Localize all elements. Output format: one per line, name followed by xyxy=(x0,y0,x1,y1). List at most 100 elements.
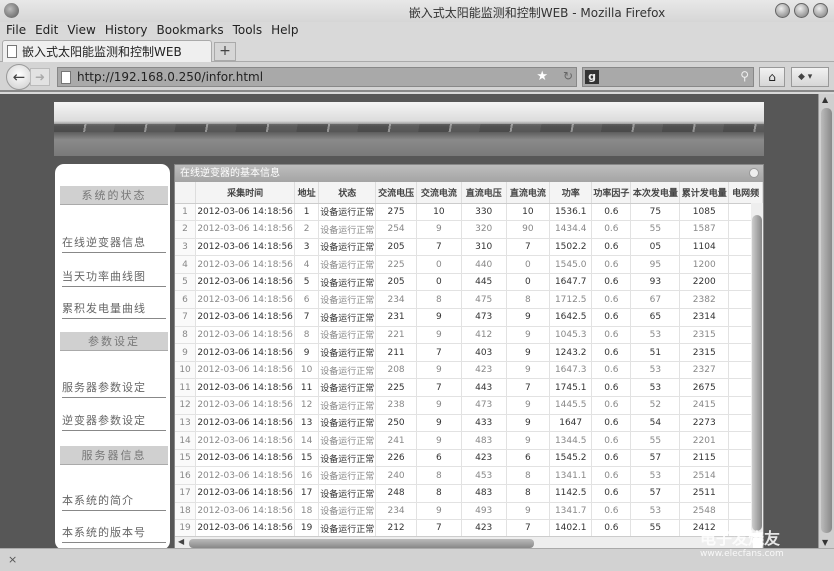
scroll-down-icon[interactable]: ▼ xyxy=(822,538,828,547)
table-cell: 250 xyxy=(375,414,417,433)
menu-tools[interactable]: Tools xyxy=(231,22,270,40)
column-header[interactable]: 交流电流 xyxy=(416,182,462,204)
table-cell: 412 xyxy=(461,326,507,345)
menu-history[interactable]: History xyxy=(103,22,155,40)
menu-help[interactable]: Help xyxy=(269,22,305,40)
table-cell: 0 xyxy=(416,273,462,292)
column-header[interactable]: 交流电压 xyxy=(375,182,417,204)
sidebar-link-online-inverters[interactable]: 在线逆变器信息 xyxy=(62,234,166,253)
table-row[interactable]: 14 2012-03-06 14:18:56 14 设备运行正常 241 9 483 9 134… xyxy=(175,431,763,450)
sidebar-link-power-curve[interactable]: 当天功率曲线图 xyxy=(62,268,166,287)
bookmark-star-icon[interactable]: ★ xyxy=(536,69,548,84)
scroll-left-icon[interactable]: ◀ xyxy=(178,537,184,546)
table-cell: 1402.1 xyxy=(549,519,593,538)
table-row[interactable]: 6 2012-03-06 14:18:56 6 设备运行正常 234 8 475 8 1712.… xyxy=(175,290,763,310)
minimize-button[interactable] xyxy=(775,3,790,18)
row-number: 4 xyxy=(175,255,197,274)
table-cell: 423 xyxy=(461,361,507,380)
magnifier-icon[interactable]: ⚲ xyxy=(740,69,749,83)
table-row[interactable]: 19 2012-03-06 14:18:56 19 设备运行正常 212 7 423 7 140… xyxy=(175,519,763,538)
table-row[interactable]: 17 2012-03-06 14:18:56 17 设备运行正常 248 8 483 8 114… xyxy=(175,484,763,503)
column-header[interactable]: 功率 xyxy=(549,182,593,204)
column-header[interactable] xyxy=(175,182,197,204)
column-header[interactable]: 直流电压 xyxy=(461,182,507,204)
close-addon-bar-icon[interactable]: × xyxy=(8,553,17,566)
table-cell: 15 xyxy=(294,449,320,468)
url-input[interactable]: http://192.168.0.250/infor.html xyxy=(77,70,263,84)
table-cell: 2675 xyxy=(679,378,730,398)
column-header[interactable]: 地址 xyxy=(294,182,320,204)
table-cell: 211 xyxy=(375,343,417,362)
sidebar-header-params[interactable]: 参数设定 xyxy=(60,332,168,351)
page-vertical-scrollbar[interactable]: ▲ ▼ xyxy=(818,94,834,548)
table-row[interactable]: 5 2012-03-06 14:18:56 5 设备运行正常 205 0 445 0 1647.… xyxy=(175,273,763,292)
forward-button[interactable]: ➜ xyxy=(30,68,50,86)
table-cell: 1502.2 xyxy=(549,238,593,257)
table-row[interactable]: 10 2012-03-06 14:18:56 10 设备运行正常 208 9 423 9 164… xyxy=(175,361,763,380)
window-titlebar: 嵌入式太阳能监测和控制WEB - Mozilla Firefox xyxy=(0,0,834,22)
table-cell: 2012-03-06 14:18:56 xyxy=(195,484,296,503)
table-cell: 5 xyxy=(294,273,320,292)
table-row[interactable]: 4 2012-03-06 14:18:56 4 设备运行正常 225 0 440 0 1545.… xyxy=(175,255,763,274)
sidebar-header-status[interactable]: 系统的状态 xyxy=(60,186,168,205)
sidebar-header-server-info[interactable]: 服务器信息 xyxy=(60,446,168,465)
table-cell: 7 xyxy=(416,238,462,257)
column-header[interactable]: 直流电流 xyxy=(506,182,551,204)
tab-main[interactable]: 嵌入式太阳能监测和控制WEB xyxy=(2,40,212,62)
column-header[interactable]: 采集时间 xyxy=(195,182,296,204)
scroll-up-icon[interactable]: ▲ xyxy=(822,95,828,104)
menu-file[interactable]: File xyxy=(4,22,33,40)
table-row[interactable]: 16 2012-03-06 14:18:56 16 设备运行正常 240 8 453 8 134… xyxy=(175,466,763,485)
sidebar-link-inverter-params[interactable]: 逆变器参数设定 xyxy=(62,412,166,431)
row-number: 16 xyxy=(175,466,197,485)
table-cell: 3 xyxy=(294,238,320,257)
menu-bookmarks[interactable]: Bookmarks xyxy=(155,22,231,40)
new-tab-button[interactable]: + xyxy=(214,42,236,61)
back-button[interactable]: ← xyxy=(6,64,32,90)
table-cell: 2012-03-06 14:18:56 xyxy=(195,220,296,239)
home-button[interactable]: ⌂ xyxy=(759,67,785,87)
table-row[interactable]: 11 2012-03-06 14:18:56 11 设备运行正常 225 7 443 7 174… xyxy=(175,378,763,398)
search-bar[interactable]: g ⚲ xyxy=(582,67,754,87)
table-row[interactable]: 9 2012-03-06 14:18:56 9 设备运行正常 211 7 403 9 1243.… xyxy=(175,343,763,362)
table-row[interactable]: 15 2012-03-06 14:18:56 15 设备运行正常 226 6 423 6 154… xyxy=(175,449,763,468)
table-row[interactable]: 2 2012-03-06 14:18:56 2 设备运行正常 254 9 320 90 1434… xyxy=(175,220,763,239)
maximize-button[interactable] xyxy=(794,3,809,18)
table-cell: 240 xyxy=(375,466,417,485)
table-cell: 0.6 xyxy=(591,273,632,292)
table-cell: 1045.3 xyxy=(549,326,593,345)
table-row[interactable]: 8 2012-03-06 14:18:56 8 设备运行正常 221 9 412 9 1045.… xyxy=(175,326,763,345)
table-row[interactable]: 1 2012-03-06 14:18:56 1 设备运行正常 275 10 330 10 153… xyxy=(175,203,763,222)
table-row[interactable]: 7 2012-03-06 14:18:56 7 设备运行正常 231 9 473 9 1642.… xyxy=(175,308,763,327)
collapse-icon[interactable] xyxy=(749,168,759,178)
url-bar[interactable]: http://192.168.0.250/infor.html ★ ↻ xyxy=(57,67,577,87)
table-cell: 2200 xyxy=(679,273,730,292)
addons-button[interactable]: ◆ ▾ xyxy=(791,67,829,87)
table-row[interactable]: 3 2012-03-06 14:18:56 3 设备运行正常 205 7 310 7 1502.… xyxy=(175,238,763,257)
reload-icon[interactable]: ↻ xyxy=(563,69,573,83)
table-cell: 2012-03-06 14:18:56 xyxy=(195,326,296,345)
sidebar-link-system-intro[interactable]: 本系统的简介 xyxy=(62,492,166,511)
column-header[interactable]: 电网频 xyxy=(728,182,763,204)
column-header[interactable]: 累计发电量 xyxy=(679,182,730,204)
menu-edit[interactable]: Edit xyxy=(33,22,65,40)
sidebar-link-energy-curve[interactable]: 累积发电量曲线 xyxy=(62,300,166,319)
column-header[interactable]: 本次发电量 xyxy=(630,182,681,204)
menu-view[interactable]: View xyxy=(65,22,102,40)
close-button[interactable] xyxy=(813,3,828,18)
table-row[interactable]: 12 2012-03-06 14:18:56 12 设备运行正常 238 9 473 9 144… xyxy=(175,396,763,415)
sidebar-link-server-params[interactable]: 服务器参数设定 xyxy=(62,379,166,398)
search-engine-icon[interactable]: g xyxy=(585,70,599,84)
table-cell: 1142.5 xyxy=(549,484,593,503)
table-cell: 443 xyxy=(461,378,507,398)
table-cell: 1243.2 xyxy=(549,343,593,362)
column-header[interactable]: 状态 xyxy=(318,182,377,204)
table-cell: 9 xyxy=(506,396,551,415)
sidebar-link-version[interactable]: 本系统的版本号 xyxy=(62,524,166,543)
table-row[interactable]: 18 2012-03-06 14:18:56 18 设备运行正常 234 9 493 9 134… xyxy=(175,502,763,521)
column-header[interactable]: 功率因子 xyxy=(591,182,632,204)
table-row[interactable]: 13 2012-03-06 14:18:56 13 设备运行正常 250 9 433 9 164… xyxy=(175,414,763,433)
table-cell: 8 xyxy=(416,466,462,485)
table-cell: 330 xyxy=(461,203,507,222)
grid-vertical-scrollbar[interactable] xyxy=(751,203,763,533)
